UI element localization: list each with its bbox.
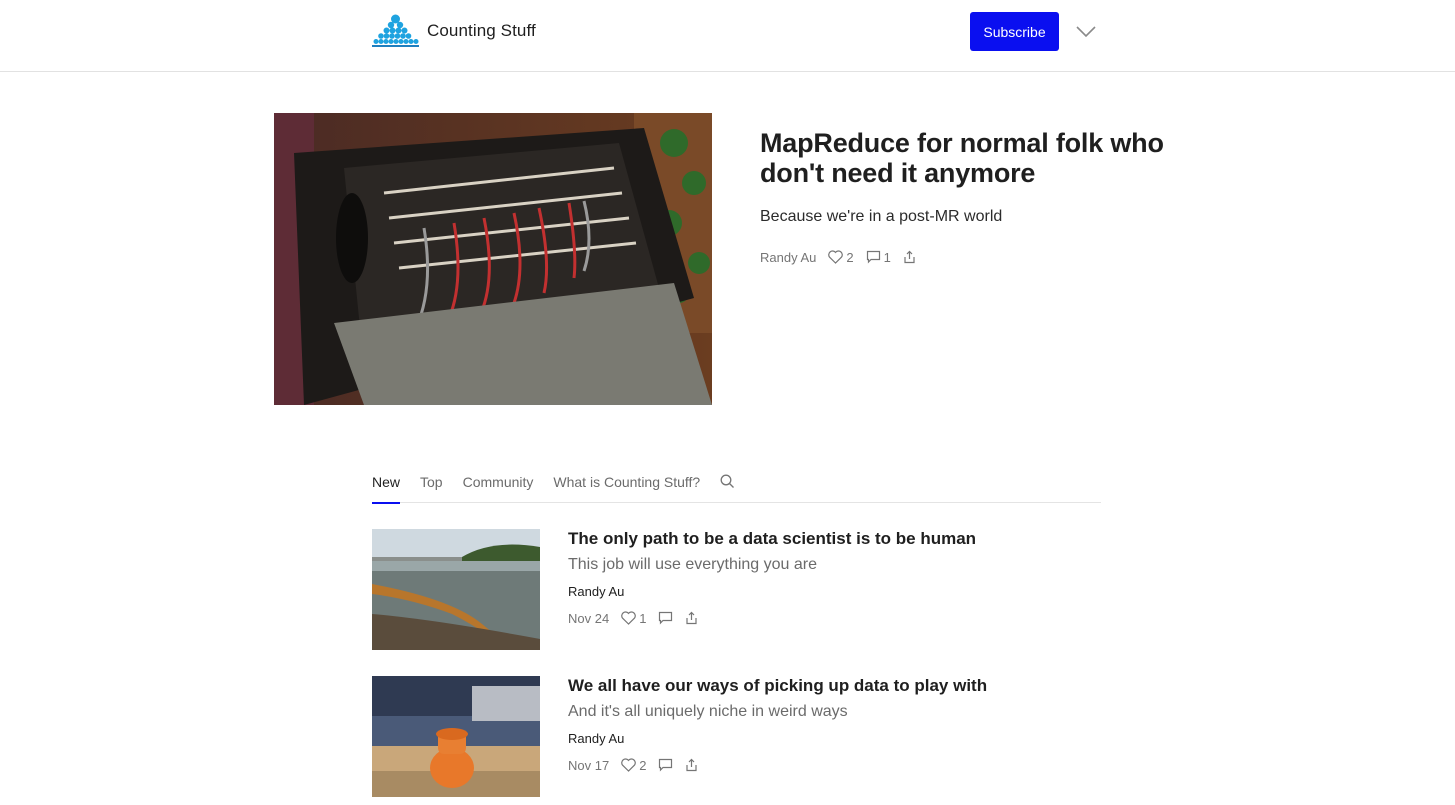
tab-new[interactable]: New [372, 470, 401, 504]
post-date: Nov 24 [568, 610, 610, 626]
publication-name[interactable]: Counting Stuff [427, 21, 536, 41]
search-icon [720, 474, 735, 488]
share-button[interactable] [685, 611, 698, 625]
like-button[interactable]: 2 [621, 758, 646, 773]
hero-comment-count: 1 [883, 249, 891, 265]
post-body: The only path to be a data scientist is … [568, 529, 1101, 627]
menu-dropdown-toggle[interactable] [1073, 22, 1099, 42]
post-list-tabs: New Top Community What is Counting Stuff… [372, 470, 1101, 504]
hero-post-author[interactable]: Randy Au [760, 250, 816, 265]
orange-figure-photo [372, 676, 540, 797]
heart-icon [828, 250, 844, 264]
heart-icon [621, 611, 637, 625]
post-thumbnail[interactable] [372, 676, 540, 797]
publication-home-link[interactable]: Counting Stuff [372, 14, 536, 47]
post-title[interactable]: We all have our ways of picking up data … [568, 676, 1101, 696]
tab-community[interactable]: Community [463, 470, 534, 503]
like-button[interactable]: 1 [621, 611, 646, 626]
post-subtitle[interactable]: And it's all uniquely niche in weird way… [568, 702, 1101, 722]
tab-top[interactable]: Top [420, 470, 443, 503]
hero-post-subtitle[interactable]: Because we're in a post-MR world [760, 207, 1200, 227]
comment-button[interactable] [658, 758, 673, 772]
post-body: We all have our ways of picking up data … [568, 676, 1101, 774]
share-button[interactable] [685, 758, 698, 772]
post-date: Nov 17 [568, 757, 610, 773]
chevron-down-icon [1076, 26, 1096, 38]
hero-post-text: MapReduce for normal folk who don't need… [760, 128, 1200, 267]
hero-post-title[interactable]: MapReduce for normal folk who don't need… [760, 128, 1200, 188]
switchboard-photo [274, 113, 712, 405]
tab-about[interactable]: What is Counting Stuff? [553, 470, 700, 503]
hot-spring-photo [372, 529, 540, 650]
list-item[interactable]: The only path to be a data scientist is … [372, 529, 1101, 650]
share-icon [686, 611, 698, 625]
like-count: 2 [639, 757, 647, 773]
hero-like-count: 2 [846, 249, 854, 265]
post-meta: Nov 24 1 [568, 609, 1101, 627]
comment-icon [866, 250, 880, 264]
post-subtitle[interactable]: This job will use everything you are [568, 555, 1101, 575]
hero-post-meta: Randy Au 2 1 [760, 247, 1200, 267]
subscribe-button[interactable]: Subscribe [970, 12, 1059, 51]
post-title[interactable]: The only path to be a data scientist is … [568, 529, 1101, 549]
search-button[interactable] [720, 470, 735, 494]
list-item[interactable]: We all have our ways of picking up data … [372, 676, 1101, 797]
post-thumbnail[interactable] [372, 529, 540, 650]
share-icon [686, 758, 698, 772]
comment-icon [659, 611, 673, 625]
like-count: 1 [639, 610, 647, 626]
heart-icon [621, 758, 637, 772]
hero-post-image[interactable] [274, 113, 712, 405]
comment-button[interactable] [658, 611, 673, 625]
comment-icon [659, 758, 673, 772]
hero-comment-button[interactable]: 1 [866, 250, 891, 265]
publication-logo-icon [372, 14, 419, 47]
hero-like-button[interactable]: 2 [828, 249, 854, 265]
share-icon [904, 250, 915, 264]
post-author[interactable]: Randy Au [568, 731, 1101, 747]
top-nav-bar: Counting Stuff Subscribe [0, 0, 1455, 72]
post-author[interactable]: Randy Au [568, 584, 1101, 600]
hero-share-button[interactable] [903, 250, 916, 264]
post-meta: Nov 17 2 [568, 756, 1101, 774]
